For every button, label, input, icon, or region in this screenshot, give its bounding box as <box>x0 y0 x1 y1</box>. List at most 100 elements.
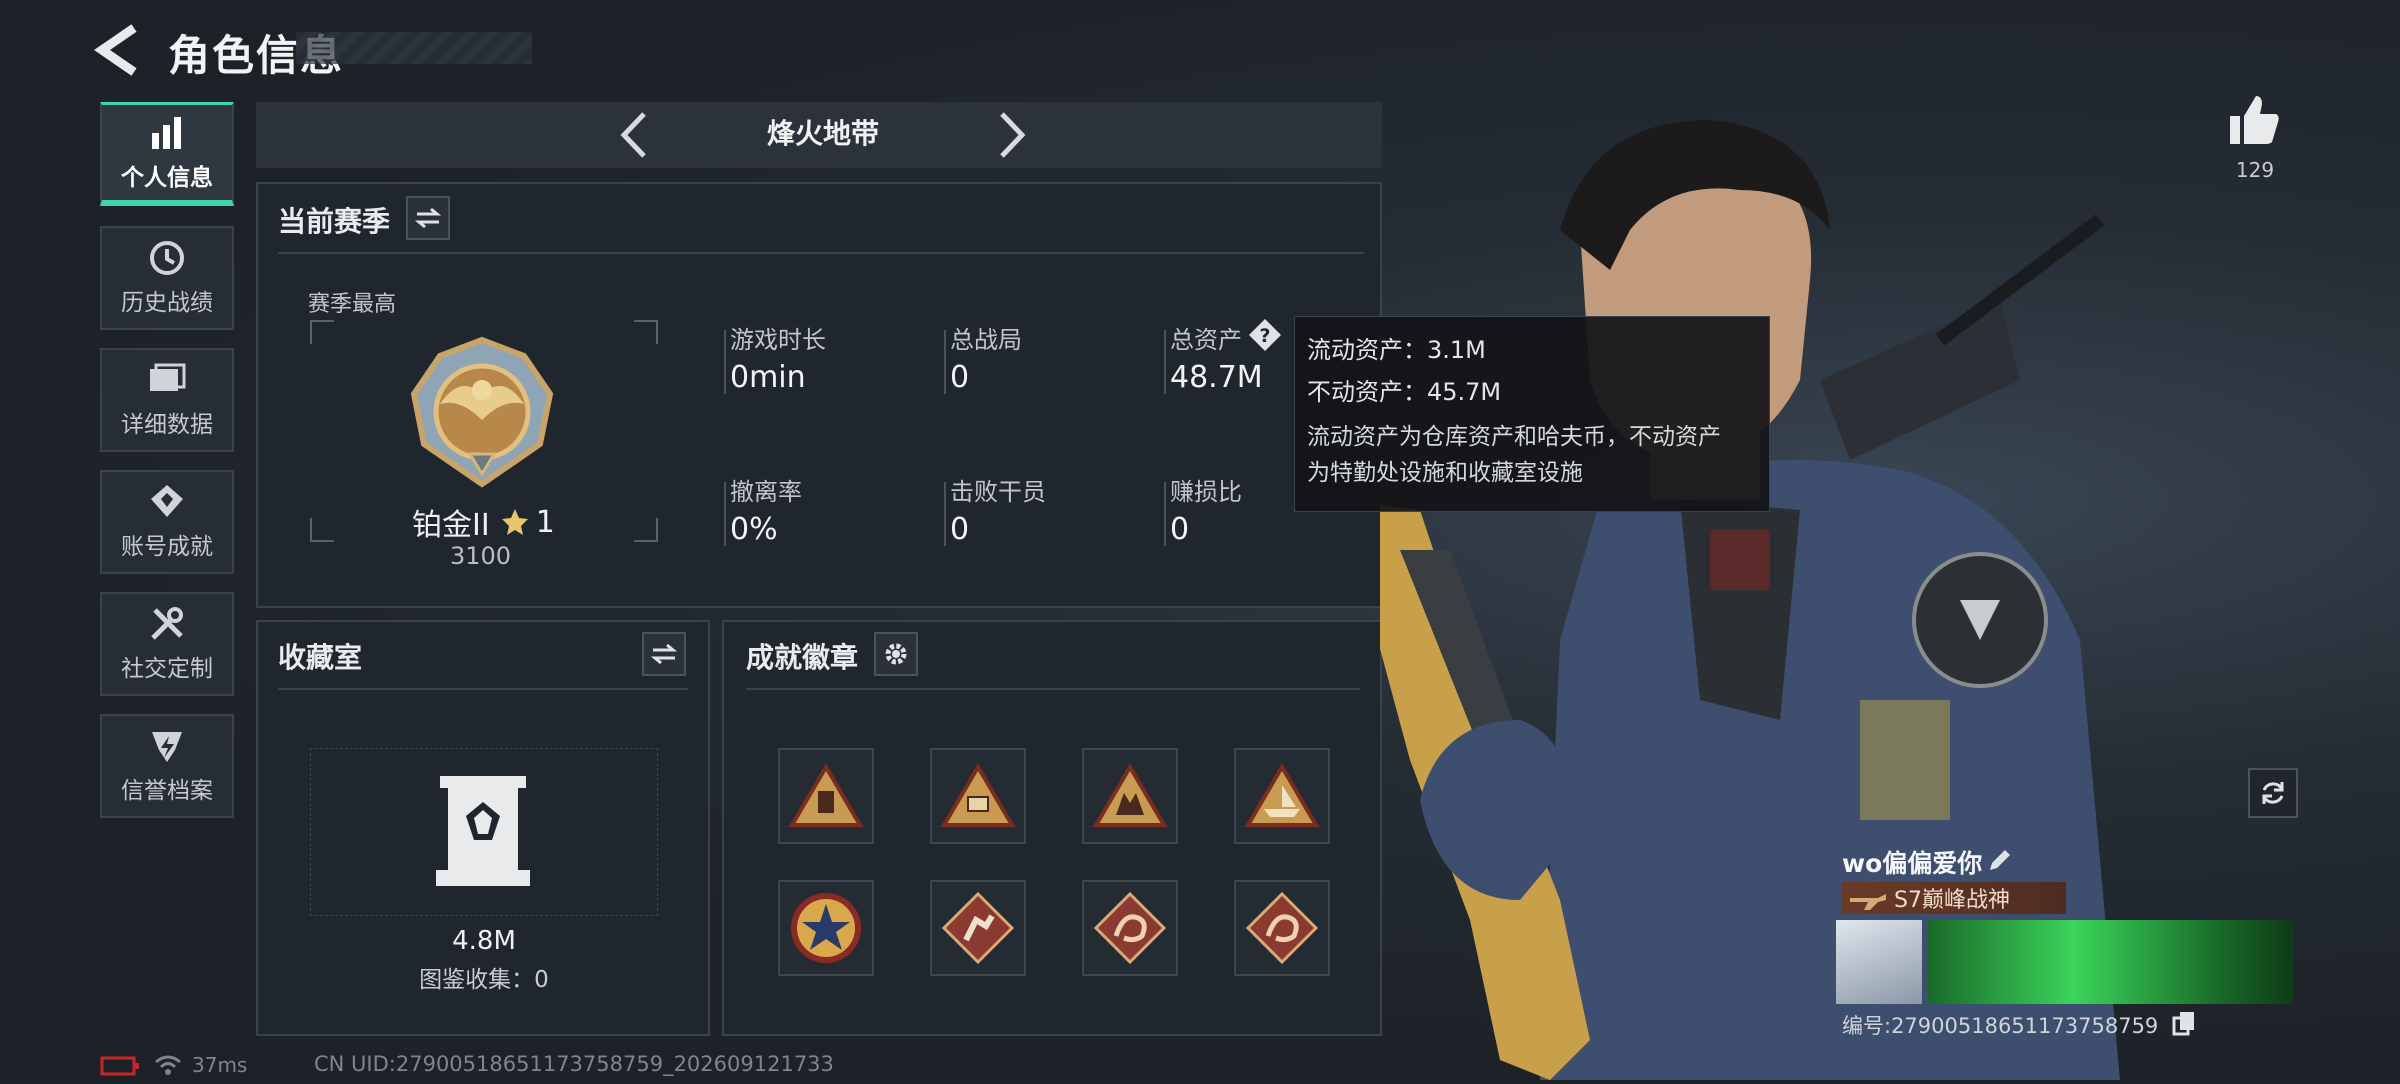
assets-tooltip: 流动资产：3.1M 不动资产：45.7M 流动资产为仓库资产和哈夫币，不动资产 … <box>1294 316 1770 512</box>
collection-catalog: 图鉴收集：0 <box>419 967 549 993</box>
divider <box>278 252 1364 254</box>
player-title-badge: S7巅峰战神 <box>1842 882 2066 914</box>
season-title: 当前赛季 <box>278 205 391 238</box>
stat-label-matches: 总战局 <box>950 326 1022 354</box>
thumbs-up-icon <box>2230 96 2279 144</box>
svg-text:?: ? <box>1259 325 1270 347</box>
swap-icon <box>651 643 677 665</box>
edit-name-button[interactable] <box>1986 846 2014 874</box>
mode-prev-button[interactable] <box>612 108 660 162</box>
stat-label-assets: 总资产 <box>1170 326 1242 354</box>
rank-line: 铂金II 1 <box>412 500 555 544</box>
question-icon: ? <box>1249 319 1281 351</box>
stat-divider <box>1164 482 1166 546</box>
badge-triangle-58-icon[interactable] <box>930 748 1026 844</box>
stat-label-playtime: 游戏时长 <box>730 326 826 354</box>
mode-name: 烽火地带 <box>766 117 879 150</box>
player-title: S7巅峰战神 <box>1894 888 2010 913</box>
badges-title: 成就徽章 <box>746 641 859 674</box>
tooltip-description-line1: 流动资产为仓库资产和哈夫币，不动资产 <box>1307 424 1721 450</box>
bar-chart-icon <box>147 114 187 152</box>
season-swap-button[interactable] <box>406 196 450 240</box>
chevron-left-icon <box>620 112 646 158</box>
nav-item-social[interactable]: 社交定制 <box>100 592 234 696</box>
rank-name: 铂金II <box>412 508 490 543</box>
stat-divider <box>724 482 726 546</box>
assets-help-button[interactable]: ? <box>1248 318 1282 352</box>
star-icon <box>500 507 530 537</box>
nav-label: 信誉档案 <box>121 778 213 804</box>
rank-stars: 1 <box>535 504 555 540</box>
badge-diamond-dragon-icon[interactable] <box>1234 880 1330 976</box>
shield-icon <box>147 727 187 765</box>
rotate-model-button[interactable] <box>2248 768 2298 818</box>
nav-item-history[interactable]: 历史战绩 <box>100 226 234 330</box>
stat-label-kills: 击败干员 <box>950 478 1046 506</box>
player-id: 编号:27900518651173758759 <box>1842 1014 2159 1038</box>
copy-icon <box>2172 1012 2194 1036</box>
badge-triangle-boat-icon[interactable] <box>1234 748 1330 844</box>
gear-icon <box>885 643 907 665</box>
card-banner[interactable] <box>1928 920 2294 1004</box>
swap-icon <box>415 207 441 229</box>
like-count: 129 <box>2235 158 2275 182</box>
nav-item-achievements[interactable]: 账号成就 <box>100 470 234 574</box>
badges-settings-button[interactable] <box>874 632 918 676</box>
eagle-rank-icon <box>410 336 554 488</box>
nav-label: 详细数据 <box>121 412 213 438</box>
achievement-icon <box>147 483 187 521</box>
rotate-icon <box>2262 782 2284 804</box>
back-button[interactable] <box>92 22 152 78</box>
tooltip-liquid-assets: 流动资产：3.1M <box>1307 336 1486 364</box>
stat-value-kills: 0 <box>950 512 970 547</box>
collection-swap-button[interactable] <box>642 632 686 676</box>
stat-divider <box>944 330 946 394</box>
nav-item-reputation[interactable]: 信誉档案 <box>100 714 234 818</box>
badge-triangle-soldiers-icon[interactable] <box>1082 748 1178 844</box>
stat-value-extract-rate: 0% <box>730 512 778 547</box>
pencil-icon <box>1990 850 2010 870</box>
stat-value-profit-ratio: 0 <box>1170 512 1190 547</box>
ping-value: 37ms <box>192 1053 248 1077</box>
like-button[interactable] <box>2226 92 2282 148</box>
back-arrow-icon <box>94 24 137 76</box>
stat-divider <box>724 330 726 394</box>
divider <box>278 688 688 690</box>
weapon-icon <box>1848 884 1888 912</box>
divider <box>746 688 1360 690</box>
history-icon <box>147 239 187 277</box>
stat-divider <box>1164 330 1166 394</box>
copy-id-button[interactable] <box>2172 1010 2196 1036</box>
mode-next-button[interactable] <box>986 108 1034 162</box>
tooltip-description-line2: 为特勤处设施和收藏室设施 <box>1307 460 1583 486</box>
badge-diamond-runner-icon[interactable] <box>930 880 1026 976</box>
tooltip-fixed-assets: 不动资产：45.7M <box>1307 378 1502 406</box>
folder-icon <box>147 361 187 399</box>
rank-emblem <box>400 334 564 494</box>
nav-item-personal-info[interactable]: 个人信息 <box>100 102 234 206</box>
stat-value-matches: 0 <box>950 360 970 395</box>
account-uid: CN UID:27900518651173758759_202609121733 <box>314 1052 834 1076</box>
card-thumbnail[interactable] <box>1836 920 1922 1004</box>
badge-round-star-icon[interactable] <box>778 880 874 976</box>
collection-title: 收藏室 <box>278 641 363 674</box>
chevron-right-icon <box>1000 112 1026 158</box>
nav-label: 社交定制 <box>121 656 213 682</box>
stat-value-assets: 48.7M <box>1170 360 1263 395</box>
tools-icon <box>147 605 187 643</box>
nav-item-detail-data[interactable]: 详细数据 <box>100 348 234 452</box>
nav-label: 个人信息 <box>121 164 213 191</box>
wifi-icon <box>154 1054 182 1076</box>
badge-diamond-dragon-icon[interactable] <box>1082 880 1178 976</box>
badge-triangle-robot-icon[interactable] <box>778 748 874 844</box>
display-case-icon <box>434 776 532 888</box>
battery-icon <box>100 1054 140 1076</box>
stat-label-profit-ratio: 赚损比 <box>1170 478 1242 506</box>
stat-value-playtime: 0min <box>730 360 806 395</box>
status-bar: 37ms <box>100 1052 247 1078</box>
nav-label: 历史战绩 <box>121 290 213 316</box>
stat-label-extract-rate: 撤离率 <box>730 478 802 506</box>
title-decoration <box>296 32 532 64</box>
player-name: wo偏偏爱你 <box>1842 849 1983 878</box>
rank-score: 3100 <box>450 542 512 570</box>
